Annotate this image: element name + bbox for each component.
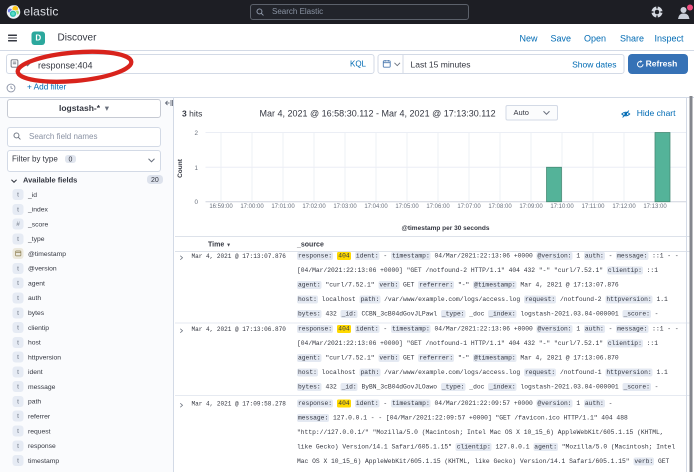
svg-text:17:05:00: 17:05:00	[395, 204, 419, 210]
svg-text:17:07:00: 17:07:00	[457, 204, 481, 210]
svg-text:17:04:00: 17:04:00	[364, 204, 388, 210]
svg-text:17:03:00: 17:03:00	[333, 204, 357, 210]
svg-text:17:13:00: 17:13:00	[643, 204, 667, 210]
svg-text:17:10:00: 17:10:00	[550, 204, 574, 210]
svg-text:17:12:00: 17:12:00	[612, 204, 636, 210]
svg-text:17:06:00: 17:06:00	[426, 204, 450, 210]
svg-text:17:00:00: 17:00:00	[240, 204, 264, 210]
svg-text:17:09:00: 17:09:00	[519, 204, 543, 210]
svg-text:17:08:00: 17:08:00	[488, 204, 512, 210]
svg-text:17:02:00: 17:02:00	[302, 204, 326, 210]
svg-text:17:01:00: 17:01:00	[271, 204, 295, 210]
svg-text:@timestamp per 30 seconds: @timestamp per 30 seconds	[402, 225, 490, 232]
svg-text:1: 1	[195, 165, 199, 172]
svg-text:0: 0	[195, 199, 199, 206]
svg-text:17:11:00: 17:11:00	[582, 204, 606, 210]
svg-text:Count: Count	[177, 158, 184, 178]
svg-text:16:59:00: 16:59:00	[209, 204, 233, 210]
svg-text:2: 2	[195, 130, 199, 137]
